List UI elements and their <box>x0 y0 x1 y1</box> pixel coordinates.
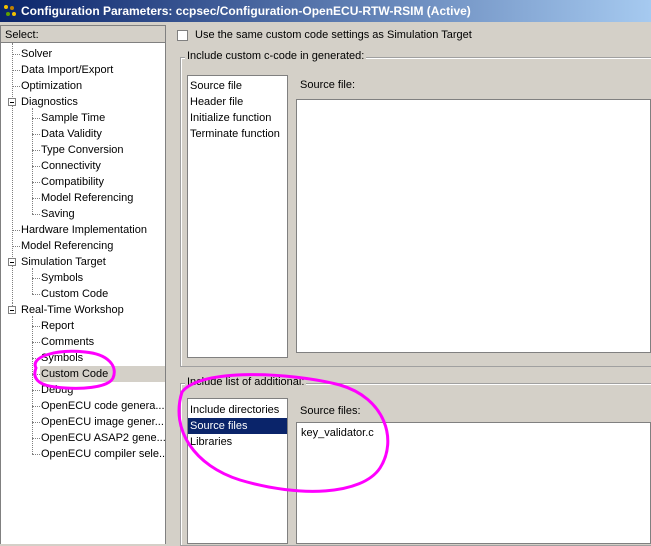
same-custom-code-label: Use the same custom code settings as Sim… <box>195 29 472 41</box>
tree-item-openecu-compiler-selection[interactable]: OpenECU compiler sele... <box>41 446 165 462</box>
tree-item-connectivity[interactable]: Connectivity <box>41 158 101 174</box>
include-type-list[interactable]: Include directories Source files Librari… <box>187 398 288 544</box>
config-tree[interactable]: Solver Data Import/Export Optimization D… <box>0 43 166 544</box>
window-title: Configuration Parameters: ccpsec/Configu… <box>21 4 471 18</box>
tree-item-rtw-custom-code[interactable]: Custom Code <box>40 366 165 382</box>
tree-item-diagnostics[interactable]: Diagnostics <box>21 94 78 110</box>
tree-item-comments[interactable]: Comments <box>41 334 94 350</box>
tree-item-rtw-symbols[interactable]: Symbols <box>41 350 83 366</box>
list-item-libraries[interactable]: Libraries <box>188 434 287 450</box>
source-files-label: Source files: <box>300 405 361 417</box>
tree-item-optimization[interactable]: Optimization <box>21 78 82 94</box>
tree-item-data-validity[interactable]: Data Validity <box>41 126 102 142</box>
tree-item-openecu-asap2-generation[interactable]: OpenECU ASAP2 gene... <box>41 430 165 446</box>
list-item-terminate-function[interactable]: Terminate function <box>188 126 287 142</box>
tree-item-simulation-target[interactable]: Simulation Target <box>21 254 106 270</box>
matlab-gear-icon <box>3 4 17 18</box>
sim-target-collapse-icon[interactable] <box>8 258 16 266</box>
tree-item-openecu-image-generation[interactable]: OpenECU image gener... <box>41 414 164 430</box>
custom-code-group-legend: Include custom c-code in generated: <box>185 50 367 62</box>
list-item-include-directories[interactable]: Include directories <box>188 402 287 418</box>
tree-item-compatibility[interactable]: Compatibility <box>41 174 104 190</box>
tree-item-data-import-export[interactable]: Data Import/Export <box>21 62 113 78</box>
list-item-source-file[interactable]: Source file <box>188 78 287 94</box>
tree-item-sim-symbols[interactable]: Symbols <box>41 270 83 286</box>
tree-item-type-conversion[interactable]: Type Conversion <box>41 142 124 158</box>
tree-item-hardware-implementation[interactable]: Hardware Implementation <box>21 222 147 238</box>
include-list-group-legend: Include list of additional: <box>185 376 307 388</box>
tree-item-model-referencing-diag[interactable]: Model Referencing <box>41 190 133 206</box>
same-custom-code-row[interactable]: Use the same custom code settings as Sim… <box>177 29 472 41</box>
tree-item-sim-custom-code[interactable]: Custom Code <box>41 286 108 302</box>
tree-item-real-time-workshop[interactable]: Real-Time Workshop <box>21 302 124 318</box>
title-bar[interactable]: Configuration Parameters: ccpsec/Configu… <box>0 0 651 22</box>
tree-item-solver[interactable]: Solver <box>21 46 52 62</box>
list-item-header-file[interactable]: Header file <box>188 94 287 110</box>
tree-item-sample-time[interactable]: Sample Time <box>41 110 105 126</box>
same-custom-code-checkbox[interactable] <box>177 29 188 41</box>
list-item-source-files[interactable]: Source files <box>188 418 287 434</box>
tree-item-report[interactable]: Report <box>41 318 74 334</box>
rtw-collapse-icon[interactable] <box>8 306 16 314</box>
source-file-textarea[interactable] <box>296 99 651 353</box>
diagnostics-collapse-icon[interactable] <box>8 98 16 106</box>
source-files-textarea[interactable]: key_validator.c <box>296 422 651 544</box>
list-item-initialize-function[interactable]: Initialize function <box>188 110 287 126</box>
custom-code-type-list[interactable]: Source file Header file Initialize funct… <box>187 75 288 358</box>
tree-item-openecu-code-generation[interactable]: OpenECU code genera... <box>41 398 165 414</box>
source-file-label: Source file: <box>300 79 356 91</box>
select-label: Select: <box>0 25 166 43</box>
tree-item-model-referencing[interactable]: Model Referencing <box>21 238 113 254</box>
tree-item-debug[interactable]: Debug <box>41 382 73 398</box>
tree-item-saving[interactable]: Saving <box>41 206 75 222</box>
